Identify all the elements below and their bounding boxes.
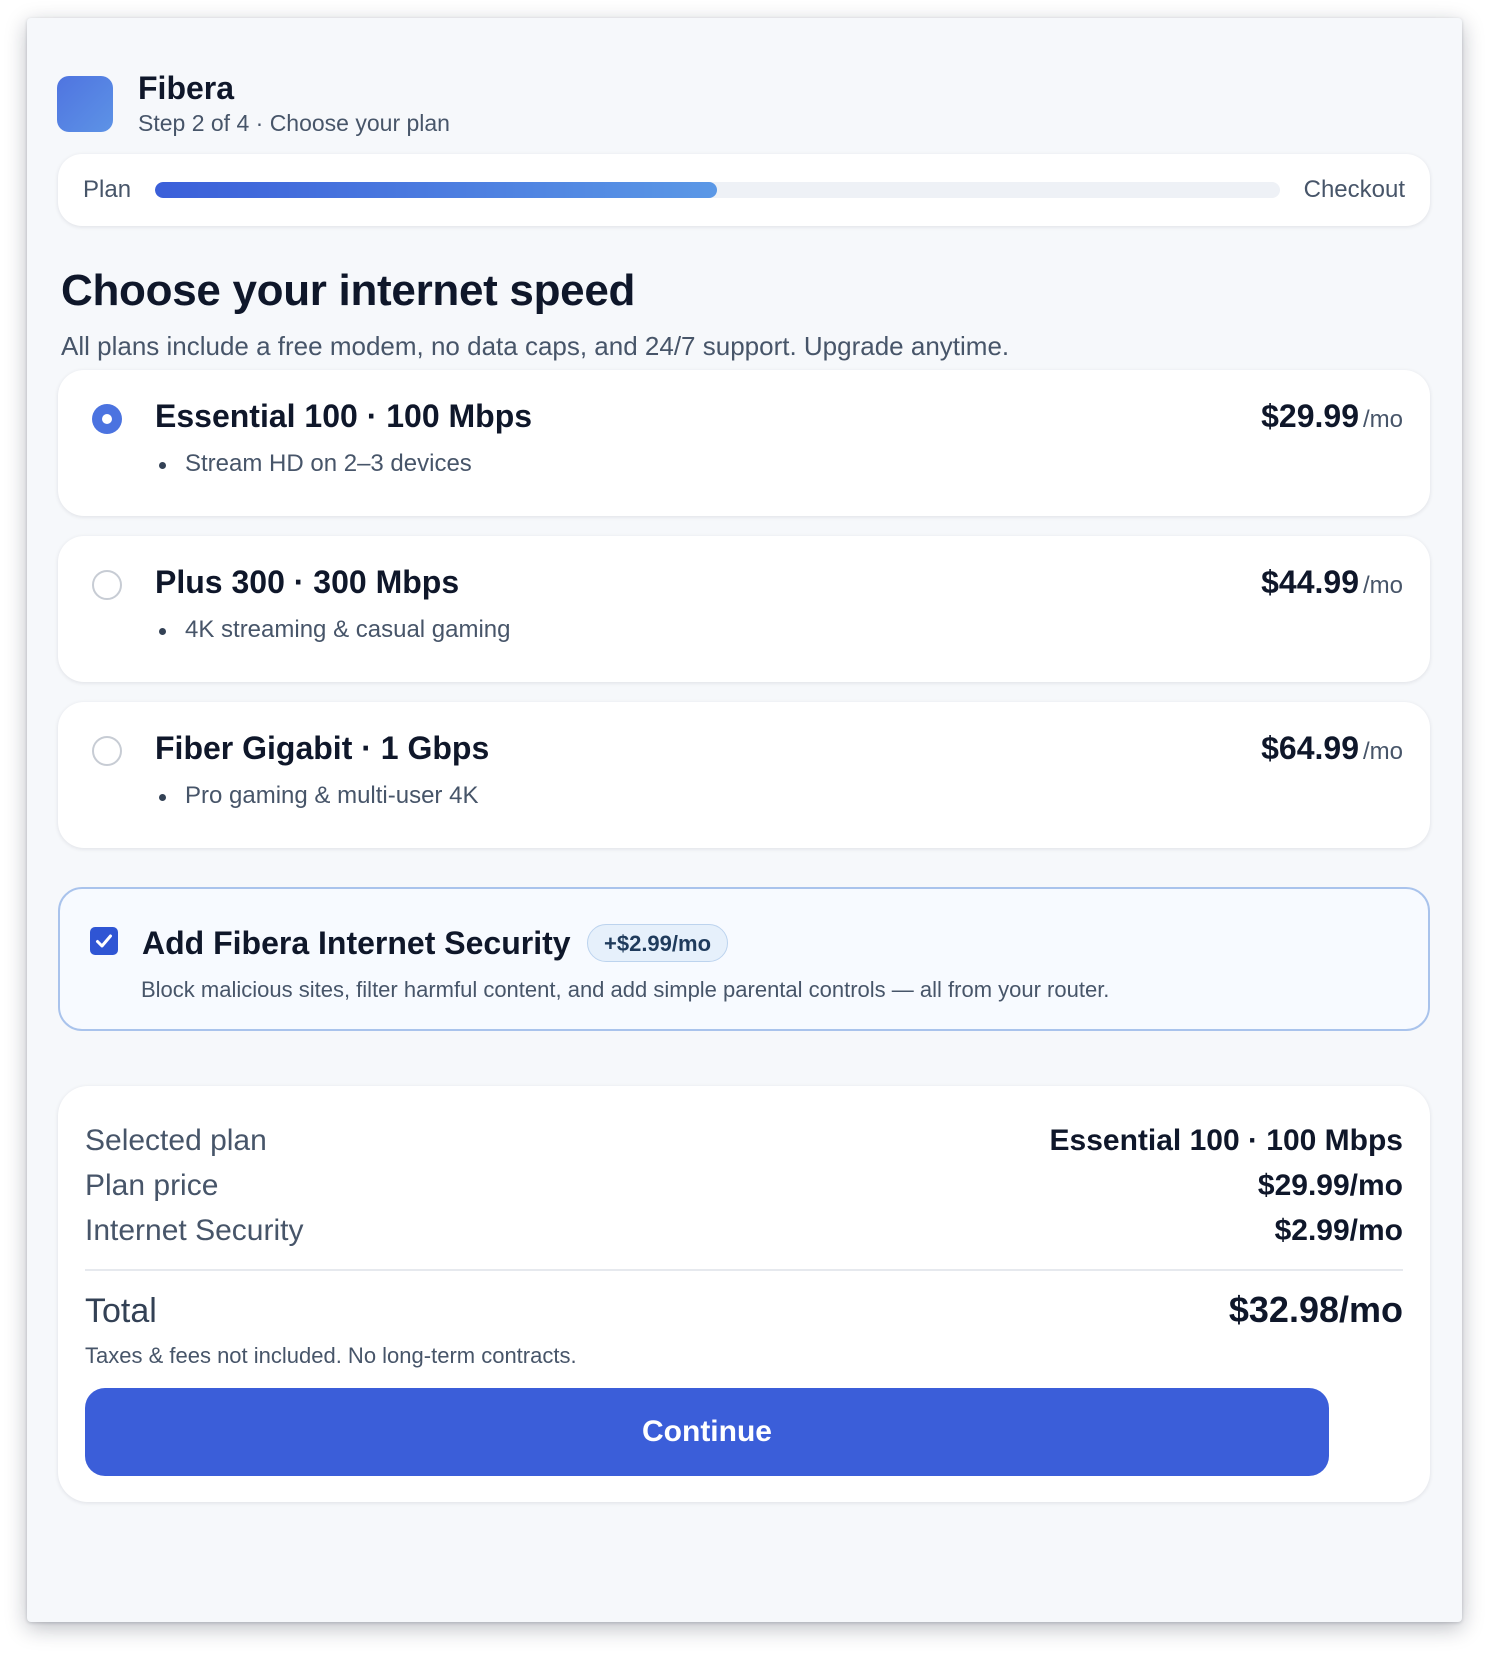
summary-value: $29.99/mo — [1257, 1169, 1403, 1202]
summary-label: Selected plan — [85, 1124, 267, 1157]
progress-fill — [155, 182, 718, 198]
plan-price-period: /mo — [1362, 738, 1403, 765]
summary-value: $2.99/mo — [1274, 1214, 1403, 1247]
summary-row-security: Internet Security $2.99/mo — [85, 1214, 1403, 1248]
page-title: Choose your internet speed — [61, 266, 636, 315]
plan-price-amount: $29.99 — [1261, 398, 1359, 434]
plan-radio-plus-300[interactable] — [92, 570, 122, 600]
addon-description: Block malicious sites, filter harmful co… — [141, 977, 1110, 1002]
header: Fibera Step 2 of 4 · Choose your plan — [57, 70, 450, 138]
plan-feature: Stream HD on 2–3 devices — [159, 450, 472, 477]
security-addon-checkbox[interactable] — [90, 927, 118, 955]
progress-track — [155, 182, 1280, 198]
plan-name: Fiber Gigabit · 1 Gbps — [155, 730, 490, 766]
plan-price: $29.99/mo — [1261, 398, 1403, 435]
checkmark-icon — [96, 934, 112, 948]
fibera-logo-icon — [57, 76, 113, 132]
brand-name: Fibera — [138, 70, 235, 106]
progress-start-label: Plan — [83, 176, 132, 203]
addon-title: Add Fibera Internet Security — [142, 925, 571, 961]
security-addon-card[interactable]: Add Fibera Internet Security +$2.99/mo B… — [58, 887, 1430, 1031]
summary-row-plan-price: Plan price $29.99/mo — [85, 1169, 1403, 1203]
addon-price-badge: +$2.99/mo — [587, 924, 729, 962]
progress-end-label: Checkout — [1303, 176, 1405, 203]
plan-radio-essential-100[interactable] — [92, 404, 122, 434]
page-subtitle: All plans include a free modem, no data … — [61, 331, 1010, 361]
plan-name: Essential 100 · 100 Mbps — [155, 398, 533, 434]
plan-price-amount: $64.99 — [1261, 730, 1359, 766]
continue-button[interactable]: Continue — [85, 1388, 1329, 1476]
plan-card-fiber-gigabit[interactable]: Fiber Gigabit · 1 Gbps Pro gaming & mult… — [58, 702, 1430, 848]
summary-value: Essential 100 · 100 Mbps — [1049, 1124, 1404, 1157]
progress-card: Plan Checkout — [58, 154, 1430, 226]
summary-row-selected-plan: Selected plan Essential 100 · 100 Mbps — [85, 1124, 1403, 1158]
plan-price: $44.99/mo — [1261, 564, 1403, 601]
summary-note: Taxes & fees not included. No long-term … — [85, 1343, 577, 1368]
plan-card-essential-100[interactable]: Essential 100 · 100 Mbps Stream HD on 2–… — [58, 370, 1430, 516]
summary-divider — [85, 1269, 1403, 1271]
total-value: $32.98/mo — [1228, 1289, 1403, 1330]
total-label: Total — [85, 1292, 157, 1330]
plan-price-amount: $44.99 — [1261, 564, 1359, 600]
summary-label: Plan price — [85, 1169, 219, 1202]
summary-row-total: Total $32.98/mo — [85, 1289, 1403, 1331]
signup-window: Fibera Step 2 of 4 · Choose your plan Pl… — [27, 18, 1462, 1622]
plan-radio-fiber-gigabit[interactable] — [92, 736, 122, 766]
plan-feature: 4K streaming & casual gaming — [159, 616, 511, 643]
plan-card-plus-300[interactable]: Plus 300 · 300 Mbps 4K streaming & casua… — [58, 536, 1430, 682]
plan-price: $64.99/mo — [1261, 730, 1403, 767]
order-summary: Selected plan Essential 100 · 100 Mbps P… — [58, 1086, 1430, 1502]
plan-price-period: /mo — [1362, 406, 1403, 433]
plan-name: Plus 300 · 300 Mbps — [155, 564, 460, 600]
brand-block: Fibera Step 2 of 4 · Choose your plan — [138, 70, 450, 138]
summary-label: Internet Security — [85, 1214, 304, 1247]
step-indicator: Step 2 of 4 · Choose your plan — [138, 110, 450, 136]
plan-price-period: /mo — [1362, 572, 1403, 599]
plan-feature: Pro gaming & multi-user 4K — [158, 782, 479, 809]
